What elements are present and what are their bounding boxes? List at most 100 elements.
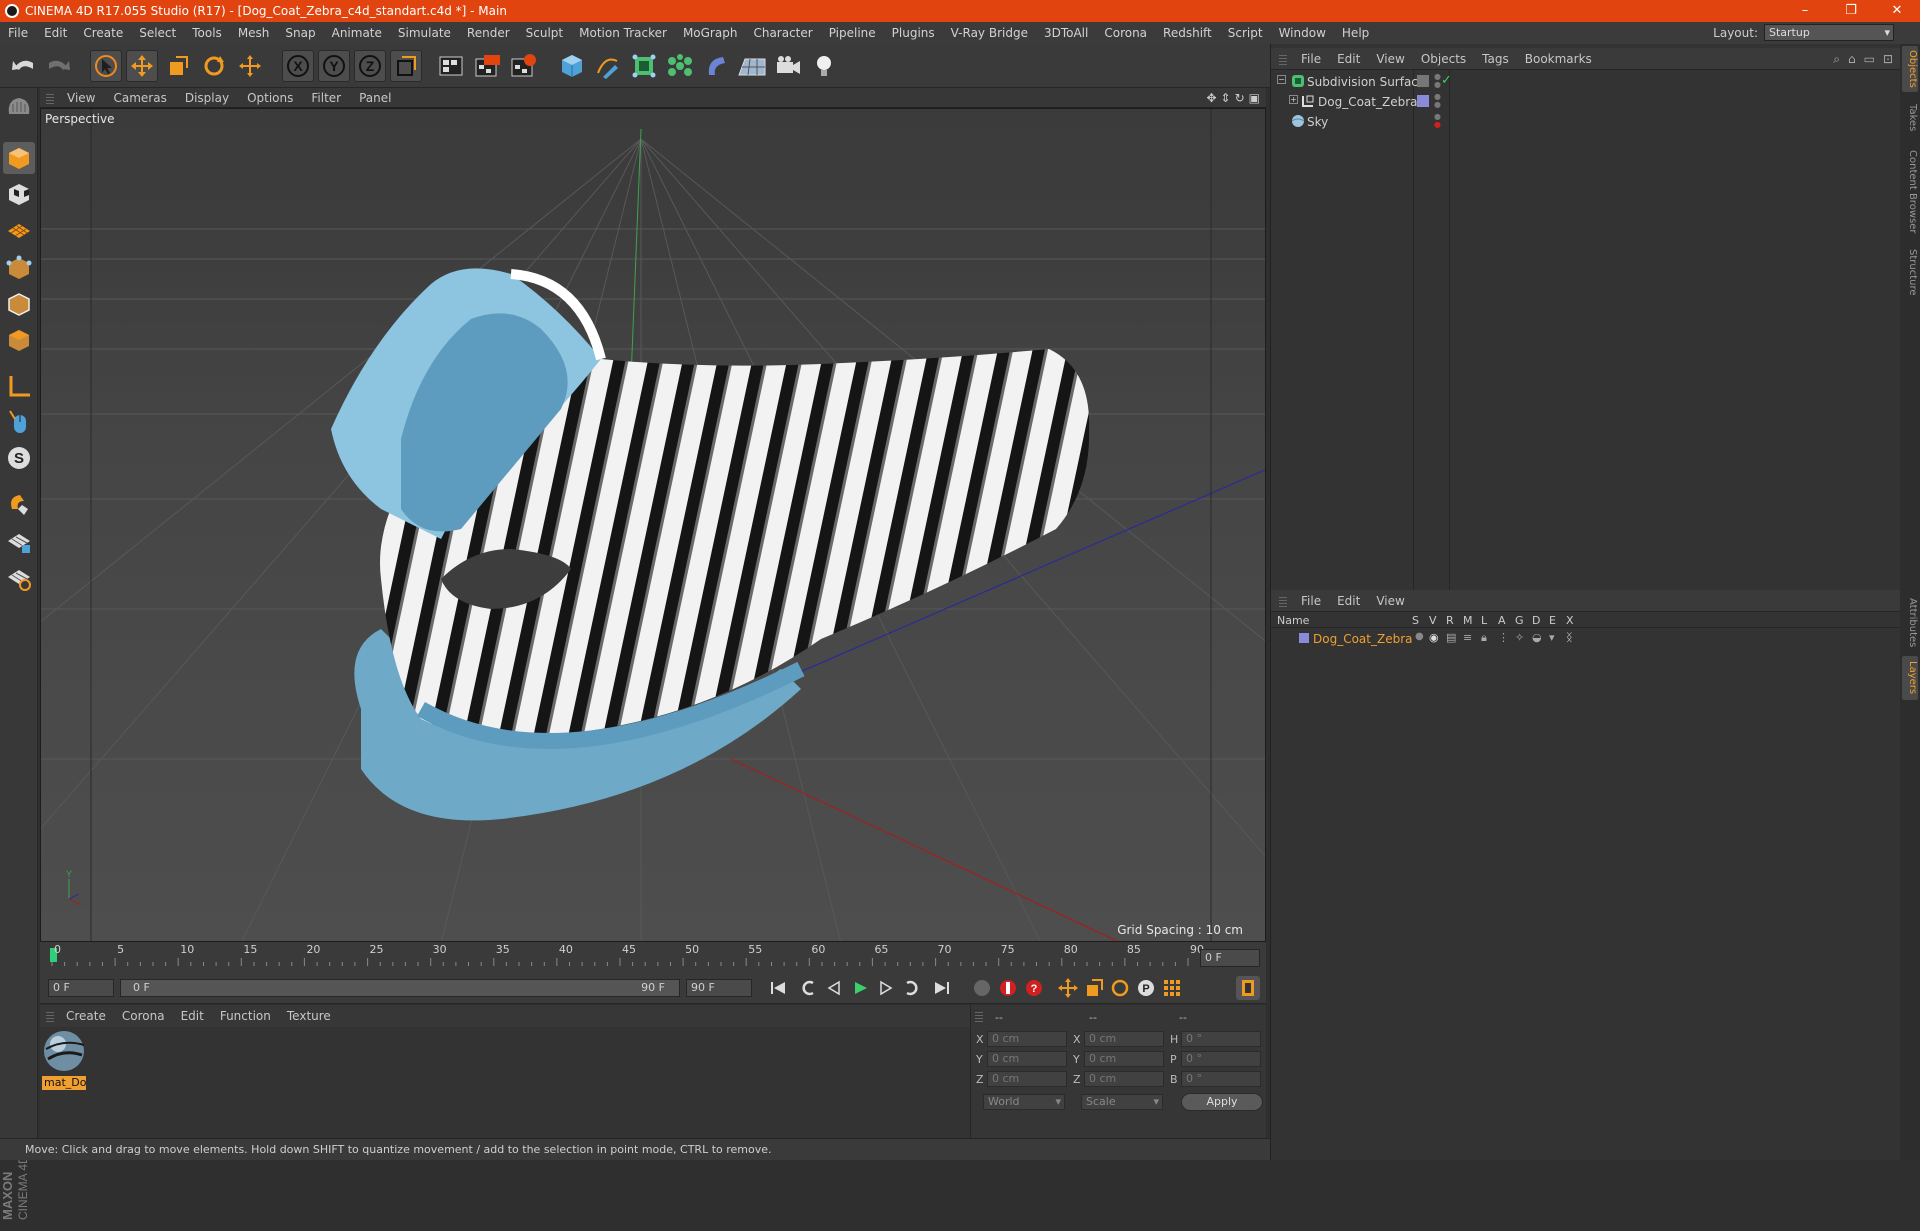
key-parameter-icon[interactable]: P (1134, 976, 1158, 1000)
tab-structure[interactable]: Structure (1902, 244, 1918, 300)
xref-toggle-icon[interactable]: ᛝ (1566, 631, 1573, 644)
render-settings-icon[interactable] (508, 50, 540, 82)
object-row-dog-coat-zebra[interactable]: + Dog_Coat_Zebra ● ● (1271, 92, 1901, 112)
object-menu-objects[interactable]: Objects (1413, 52, 1474, 66)
menu-window[interactable]: Window (1271, 22, 1334, 44)
menu-character[interactable]: Character (745, 22, 820, 44)
menu-mograph[interactable]: MoGraph (675, 22, 746, 44)
rot-b-field[interactable]: 0 ° (1181, 1071, 1261, 1087)
make-editable-icon[interactable] (3, 92, 35, 124)
object-menu-bookmarks[interactable]: Bookmarks (1517, 52, 1600, 66)
model-mode-icon[interactable] (3, 142, 35, 174)
column-animation[interactable]: A (1498, 614, 1506, 627)
coordinate-system-icon[interactable] (390, 50, 422, 82)
search-icon[interactable]: ⌕ (1833, 52, 1840, 67)
menu-select[interactable]: Select (131, 22, 184, 44)
viewport-maximize-icon[interactable]: ▣ (1249, 91, 1260, 105)
visibility-dots-icon[interactable]: ● ● (1434, 73, 1441, 89)
viewport-menu-filter[interactable]: Filter (302, 91, 350, 105)
tab-content-browser[interactable]: Content Browser (1902, 144, 1918, 240)
record-disabled-icon[interactable] (970, 976, 994, 1000)
column-locked[interactable]: L (1481, 614, 1487, 627)
layer-swatch[interactable] (1417, 95, 1429, 107)
pos-z-field[interactable]: 0 cm (987, 1071, 1067, 1087)
size-y-field[interactable]: 0 cm (1084, 1051, 1164, 1067)
light-object-icon[interactable] (808, 50, 840, 82)
column-expressions[interactable]: E (1549, 614, 1556, 627)
menu-edit[interactable]: Edit (36, 22, 75, 44)
viewport-menu-cameras[interactable]: Cameras (104, 91, 175, 105)
material-menu-edit[interactable]: Edit (173, 1009, 212, 1023)
menu-corona[interactable]: Corona (1096, 22, 1155, 44)
size-z-field[interactable]: 0 cm (1084, 1071, 1164, 1087)
new-view-icon[interactable]: ▭ (1864, 52, 1875, 67)
panel-options-icon[interactable]: ⊡ (1883, 52, 1893, 67)
material-swatch[interactable]: mat_Do (42, 1029, 86, 1090)
solo-toggle-icon[interactable]: ● (1415, 631, 1424, 642)
menu-redshift[interactable]: Redshift (1155, 22, 1220, 44)
tab-attributes[interactable]: Attributes (1902, 590, 1918, 656)
points-mode-icon[interactable] (3, 252, 35, 284)
column-name[interactable]: Name (1277, 614, 1309, 627)
axis-mode-icon[interactable] (3, 370, 35, 402)
rot-p-field[interactable]: 0 ° (1181, 1051, 1261, 1067)
object-row-subdivision-surface[interactable]: − Subdivision Surface ● ● ✓ (1271, 72, 1901, 92)
viewport-menu-options[interactable]: Options (238, 91, 302, 105)
layer-color-swatch[interactable] (1299, 633, 1309, 643)
goto-start-icon[interactable] (766, 976, 790, 1000)
y-axis-lock-icon[interactable]: Y (318, 50, 350, 82)
menu-motion-tracker[interactable]: Motion Tracker (571, 22, 675, 44)
layer-menu-file[interactable]: File (1293, 594, 1329, 608)
move-tool-icon[interactable] (126, 50, 158, 82)
frame-range-slider[interactable]: 0 F 90 F (120, 979, 680, 997)
visibility-dots-icon[interactable]: ● ● (1434, 93, 1441, 109)
viewport-menu-display[interactable]: Display (176, 91, 238, 105)
undo-icon[interactable] (8, 50, 40, 82)
layer-row-dog-coat-zebra[interactable]: Dog_Coat_Zebra ● ◉ ▤ ≡ 🔒︎ ⋮ ✧ ◒ ▾ ᛝ (1271, 630, 1901, 650)
object-menu-file[interactable]: File (1293, 52, 1329, 66)
size-mode-dropdown[interactable]: Scale ▾ (1081, 1094, 1163, 1110)
object-row-sky[interactable]: Sky ● ● (1271, 112, 1901, 132)
menu-script[interactable]: Script (1220, 22, 1271, 44)
enabled-check-icon[interactable]: ✓ (1441, 73, 1452, 88)
menu-plugins[interactable]: Plugins (884, 22, 943, 44)
next-keyframe-icon[interactable] (900, 976, 924, 1000)
column-xref[interactable]: X (1566, 614, 1574, 627)
menu-file[interactable]: File (0, 22, 36, 44)
object-menu-view[interactable]: View (1368, 52, 1412, 66)
menu-animate[interactable]: Animate (324, 22, 390, 44)
timeline-window-icon[interactable] (1236, 976, 1260, 1000)
pos-y-field[interactable]: 0 cm (987, 1051, 1067, 1067)
viewport-pan-icon[interactable]: ✥ (1206, 91, 1216, 105)
camera-object-icon[interactable] (772, 50, 804, 82)
keyframe-help-icon[interactable]: ? (1022, 976, 1046, 1000)
viewport-camera-label[interactable]: Perspective (45, 112, 115, 126)
home-icon[interactable]: ⌂ (1848, 52, 1856, 67)
transform-tool-icon[interactable] (234, 50, 266, 82)
layer-swatch[interactable] (1417, 75, 1429, 87)
timeline-ruler[interactable]: 0 5 10 15 20 25 30 35 40 45 50 55 60 65 70 75 80 85 90 0 F (40, 942, 1266, 972)
rot-h-field[interactable]: 0 ° (1181, 1031, 1261, 1047)
cube-primitive-icon[interactable] (556, 50, 588, 82)
pen-spline-icon[interactable] (592, 50, 624, 82)
tab-takes[interactable]: Takes (1902, 100, 1918, 136)
animation-toggle-icon[interactable]: ⋮ (1498, 631, 1509, 644)
prev-keyframe-icon[interactable] (796, 976, 820, 1000)
column-manager[interactable]: M (1463, 614, 1473, 627)
render-toggle-icon[interactable]: ▤ (1446, 631, 1456, 644)
key-position-icon[interactable] (1056, 976, 1080, 1000)
material-menu-function[interactable]: Function (212, 1009, 279, 1023)
close-button[interactable]: ✕ (1874, 0, 1920, 22)
object-menu-tags[interactable]: Tags (1474, 52, 1517, 66)
visible-toggle-icon[interactable]: ◉ (1429, 631, 1439, 644)
manager-toggle-icon[interactable]: ≡ (1463, 631, 1472, 644)
next-frame-icon[interactable] (874, 976, 898, 1000)
generator-toggle-icon[interactable]: ✧ (1515, 631, 1524, 644)
menu-tools[interactable]: Tools (184, 22, 230, 44)
floor-object-icon[interactable] (736, 50, 768, 82)
menu-create[interactable]: Create (75, 22, 131, 44)
deformer-bend-icon[interactable] (700, 50, 732, 82)
column-deformers[interactable]: D (1532, 614, 1540, 627)
texture-mode-icon[interactable] (3, 178, 35, 210)
z-axis-lock-icon[interactable]: Z (354, 50, 386, 82)
